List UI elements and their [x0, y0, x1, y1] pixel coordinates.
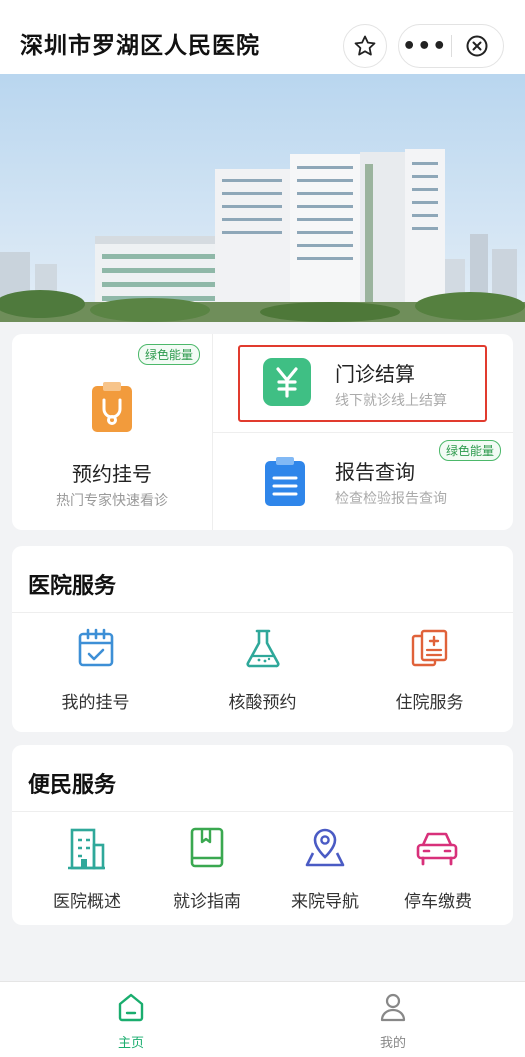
tab-mine[interactable]: 我的	[262, 982, 524, 1057]
mini-program-capsule: •••	[398, 24, 504, 68]
service-label: 核酸预约	[228, 693, 297, 713]
section-divider	[12, 612, 513, 613]
hospital-services-card: 医院服务 我的挂号 核酸预约 住院服务	[12, 546, 513, 732]
report-list-icon	[265, 457, 305, 506]
report-query-button[interactable]: 绿色能量 报告查询 检查检验报告查询	[213, 432, 513, 530]
bottom-tab-bar: 主页 我的	[0, 981, 525, 1057]
report-label: 报告查询	[335, 460, 415, 484]
user-icon	[380, 993, 406, 1022]
my-registration-button[interactable]: 我的挂号	[12, 626, 179, 718]
flask-icon	[246, 629, 280, 668]
highlight-box	[238, 345, 487, 422]
appointment-label: 预约挂号	[72, 462, 152, 486]
section-title: 便民服务	[28, 773, 117, 798]
service-label: 住院服务	[395, 693, 464, 713]
guide-book-icon	[190, 827, 224, 868]
tab-label: 我的	[379, 1036, 406, 1051]
appointment-subtitle: 热门专家快速看诊	[56, 493, 168, 509]
more-button[interactable]: •••	[399, 24, 451, 68]
appointment-registration-button[interactable]: 绿色能量 预约挂号 热门专家快速看诊	[12, 334, 212, 530]
clipboard-stethoscope-icon	[92, 382, 132, 432]
building-icon	[68, 828, 105, 870]
parking-payment-button[interactable]: 停车缴费	[363, 825, 513, 917]
close-button[interactable]	[451, 24, 503, 68]
map-pin-icon	[305, 828, 345, 867]
hospital-banner-image	[0, 74, 525, 322]
section-divider	[12, 811, 513, 812]
section-title: 医院服务	[28, 574, 117, 599]
inpatient-services-button[interactable]: 住院服务	[346, 626, 513, 718]
report-subtitle: 检查检验报告查询	[335, 491, 447, 507]
favorite-button[interactable]	[343, 24, 387, 68]
tab-home[interactable]: 主页	[0, 982, 262, 1057]
service-label: 停车缴费	[404, 892, 472, 912]
medical-record-icon	[411, 629, 448, 667]
tab-label: 主页	[117, 1036, 144, 1051]
home-icon	[118, 993, 144, 1022]
convenience-services-card: 便民服务 医院概述 就诊指南 来院导航 停车缴费	[12, 745, 513, 925]
star-icon	[354, 35, 376, 56]
service-label: 我的挂号	[61, 693, 130, 713]
green-energy-badge: 绿色能量	[439, 440, 502, 461]
page-title: 深圳市罗湖区人民医院	[20, 33, 260, 59]
calendar-check-icon	[78, 628, 114, 667]
green-energy-badge: 绿色能量	[138, 344, 201, 365]
nucleic-acid-appointment-button[interactable]: 核酸预约	[179, 626, 346, 718]
close-circle-icon	[466, 35, 488, 57]
nav-header: 深圳市罗湖区人民医院 •••	[0, 0, 525, 74]
car-icon	[416, 832, 458, 866]
